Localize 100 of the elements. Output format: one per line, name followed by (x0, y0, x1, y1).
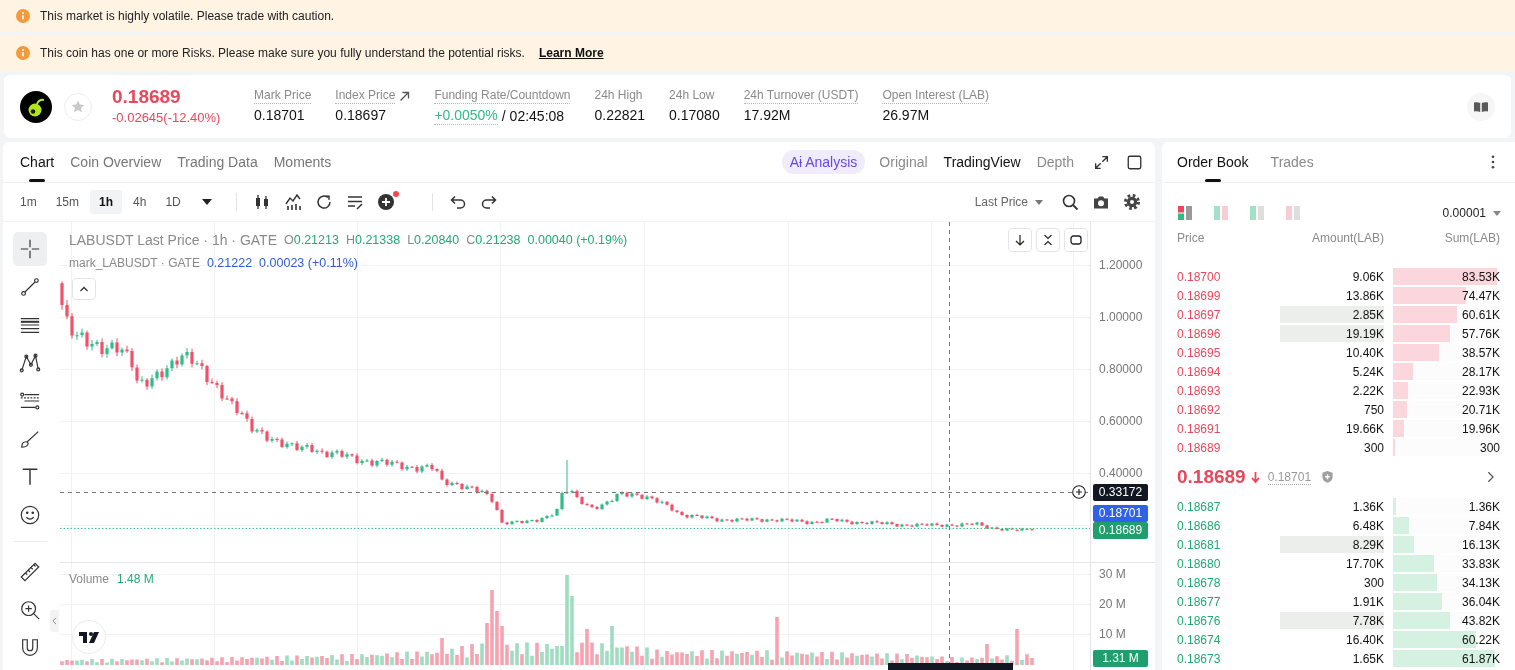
interval-button[interactable]: 1m (12, 190, 45, 214)
ask-price[interactable]: 0.18697 (1177, 307, 1280, 322)
price-type-dropdown[interactable]: Last Price (974, 195, 1043, 209)
sum-value: 60.22K (1461, 632, 1500, 647)
arrow-up-right-icon[interactable] (399, 90, 411, 102)
stat-value: 0.18697 (335, 107, 386, 124)
book-layout-icon[interactable] (1177, 205, 1193, 221)
ask-price[interactable]: 0.18694 (1177, 364, 1280, 379)
mark-price-value: 0.21222 (206, 256, 253, 270)
chart-tab[interactable]: Chart (12, 142, 63, 182)
ask-price[interactable]: 0.18689 (1177, 440, 1280, 455)
learn-more-link[interactable]: Learn More (538, 46, 604, 60)
chart-control-button[interactable] (1036, 228, 1060, 252)
ask-price[interactable]: 0.18696 (1177, 326, 1280, 341)
chart-view-option[interactable]: Original (877, 154, 930, 170)
ohlc-value: 0.21213 (293, 233, 339, 247)
stat-label: 24h High (594, 88, 643, 104)
caret-down-icon[interactable] (201, 199, 212, 205)
chart-view-option[interactable]: TradingView (941, 154, 1023, 170)
chart-control-button[interactable] (1064, 228, 1088, 252)
square-icon[interactable] (1127, 154, 1142, 170)
more-icon[interactable] (1491, 155, 1495, 169)
plus-circle-icon[interactable] (1072, 485, 1086, 499)
chart-control-button[interactable] (1008, 228, 1032, 252)
chart-logo-icon[interactable] (72, 620, 106, 654)
sum-value: 33.83K (1461, 556, 1500, 571)
chart-tab[interactable]: Trading Data (169, 142, 266, 182)
price-tag: 0.33172 (1093, 484, 1148, 501)
precision-dropdown[interactable]: 0.00001 (1442, 206, 1501, 220)
settings-icon[interactable] (1123, 193, 1141, 211)
ohlc-label: O (284, 233, 294, 247)
ask-price[interactable]: 0.18699 (1177, 288, 1280, 303)
interval-button[interactable]: 15m (47, 190, 87, 214)
undo-icon[interactable] (448, 193, 467, 211)
stat-value: 0.22821 (594, 107, 646, 124)
price-axis-label: 0.40000 (1099, 466, 1143, 480)
legend-collapse-button[interactable] (72, 278, 96, 300)
amount-value: 13.86K (1345, 288, 1384, 303)
order-book-tab[interactable]: Order Book (1169, 142, 1257, 182)
expand-icon[interactable] (1094, 154, 1109, 170)
ask-price[interactable]: 0.18691 (1177, 421, 1280, 436)
ask-price[interactable]: 0.18693 (1177, 383, 1280, 398)
amount-value: 9.06K (1352, 269, 1384, 284)
mark-price: 0.18701 (1267, 469, 1312, 485)
legend-title: mark_LABUSDT · GATE (69, 256, 200, 270)
arrow-down-icon (1014, 234, 1026, 246)
order-book-tab[interactable]: Trades (1262, 142, 1322, 182)
amount-value: 300 (1363, 440, 1384, 455)
price-axis-label: 0.60000 (1099, 414, 1143, 428)
ask-price[interactable]: 0.18700 (1177, 269, 1280, 284)
legend-title: LABUSDT Last Price · 1h · GATE (69, 232, 277, 248)
ruler-icon (19, 561, 41, 583)
search-icon[interactable] (1061, 193, 1079, 211)
chart-tab[interactable]: Moments (265, 142, 340, 182)
zoom-in-icon (19, 599, 41, 621)
last-price: 0.18689 (1177, 466, 1246, 488)
amount-value: 10.40K (1345, 345, 1384, 360)
ai-analysis-button[interactable]: Aɨ Analysis (781, 150, 866, 174)
shield-icon[interactable] (1321, 470, 1335, 484)
interval-button[interactable]: 1h (90, 190, 122, 214)
info-icon (16, 9, 30, 23)
bid-price[interactable]: 0.18687 (1177, 499, 1280, 514)
amount-value: 300 (1363, 575, 1384, 590)
chart-view-option[interactable]: Depth (1034, 154, 1076, 170)
bid-price[interactable]: 0.18676 (1177, 613, 1280, 628)
amount-value: 17.70K (1345, 556, 1384, 571)
amount-value: 2.22K (1352, 383, 1384, 398)
interval-button[interactable]: 4h (125, 190, 155, 214)
list-pencil-icon[interactable] (345, 193, 364, 211)
stat-value: 26.97M (882, 107, 930, 124)
redo-icon[interactable] (479, 193, 498, 211)
price-tag: 0.18701 (1093, 505, 1148, 522)
plus-circle-icon[interactable] (376, 193, 395, 211)
bid-price[interactable]: 0.18680 (1177, 556, 1280, 571)
bid-price[interactable]: 0.18674 (1177, 632, 1280, 647)
replay-icon[interactable] (314, 193, 333, 211)
indicator-chart-icon[interactable] (283, 193, 302, 211)
chart-tab[interactable]: Coin Overview (62, 142, 170, 182)
fib-levels-icon (19, 390, 41, 412)
bid-price[interactable]: 0.18678 (1177, 575, 1280, 590)
bid-price[interactable]: 0.18673 (1177, 651, 1280, 666)
interval-button[interactable]: 1D (157, 190, 189, 214)
price-change: -0.02645(-12.40%) (112, 109, 221, 127)
amount-value: 2.85K (1352, 307, 1384, 322)
volume-tag: 1.31 M (1093, 650, 1148, 667)
ask-price[interactable]: 0.18695 (1177, 345, 1280, 360)
price-axis-label: 0.80000 (1099, 362, 1143, 376)
amount-value: 7.78K (1352, 613, 1384, 628)
sum-value: 61.87K (1461, 651, 1500, 666)
bid-price[interactable]: 0.18677 (1177, 594, 1280, 609)
column-header: Amount(LAB) (1310, 231, 1384, 245)
open-book-icon[interactable] (1467, 92, 1495, 121)
amount-value: 19.66K (1345, 421, 1384, 436)
collapse-handle[interactable] (50, 610, 59, 632)
column-header: Price (1177, 231, 1206, 245)
bid-price[interactable]: 0.18686 (1177, 518, 1280, 533)
stat-label: 24h Low (669, 88, 715, 104)
chevron-right-icon[interactable] (1487, 471, 1494, 483)
ask-price[interactable]: 0.18692 (1177, 402, 1280, 417)
bid-price[interactable]: 0.18681 (1177, 537, 1280, 552)
